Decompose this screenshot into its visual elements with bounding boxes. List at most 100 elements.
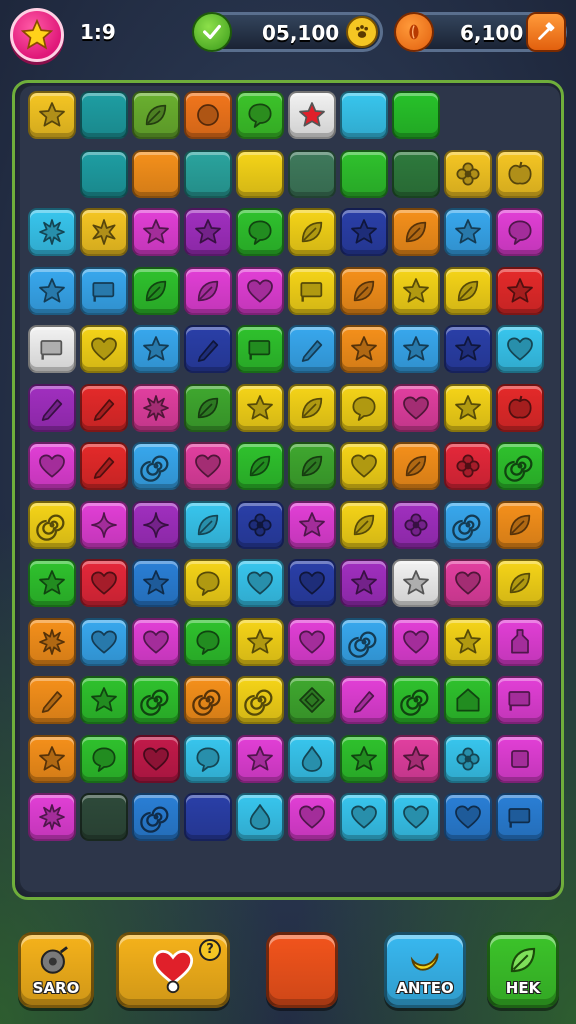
booster-sard-button[interactable]: SARO: [18, 932, 94, 1008]
tile-r5-c4[interactable]: [236, 383, 284, 432]
tile-r1-c2[interactable]: [132, 149, 180, 198]
tile-r2-c8[interactable]: [444, 208, 492, 256]
tile-r3-c7[interactable]: [392, 266, 440, 315]
tile-r10-c1[interactable]: [80, 676, 128, 724]
tile-r6-c9[interactable]: [496, 442, 544, 490]
tile-r2-c4[interactable]: [236, 208, 284, 256]
tile-r3-c5[interactable]: [288, 266, 336, 315]
tile-r11-c7[interactable]: [392, 734, 440, 783]
tile-r5-c2[interactable]: [132, 383, 180, 432]
tile-r3-c3[interactable]: [184, 266, 232, 315]
tile-r8-c6[interactable]: [340, 559, 388, 607]
tile-r8-c1[interactable]: [80, 559, 128, 607]
tile-r7-c6[interactable]: [340, 500, 388, 549]
tile-r9-c1[interactable]: [80, 617, 128, 666]
tile-r11-c8[interactable]: [444, 734, 492, 783]
tile-r12-c0[interactable]: [28, 793, 76, 841]
tile-r6-c4[interactable]: [236, 442, 284, 490]
tile-r10-c4[interactable]: [236, 676, 284, 724]
tile-r1-c1[interactable]: [80, 149, 128, 198]
tile-r5-c5[interactable]: [288, 383, 336, 432]
tile-r0-c0[interactable]: [28, 91, 76, 139]
tile-r11-c3[interactable]: [184, 734, 232, 783]
tile-r10-c5[interactable]: [288, 676, 336, 724]
tile-r5-c8[interactable]: [444, 383, 492, 432]
tile-r2-c0[interactable]: [28, 208, 76, 256]
tile-r4-c0[interactable]: [28, 325, 76, 373]
tile-r12-c6[interactable]: [340, 793, 388, 841]
tile-r1-c3[interactable]: [184, 149, 232, 198]
tile-r9-c8[interactable]: [444, 617, 492, 666]
tile-r4-c2[interactable]: [132, 325, 180, 373]
tile-r8-c7[interactable]: [392, 559, 440, 607]
tile-r7-c5[interactable]: [288, 500, 336, 549]
tile-r1-c5[interactable]: [288, 149, 336, 198]
tile-r12-c5[interactable]: [288, 793, 336, 841]
tile-r12-c4[interactable]: [236, 793, 284, 841]
tile-r8-c4[interactable]: [236, 559, 284, 607]
tile-r11-c4[interactable]: [236, 734, 284, 783]
tile-r1-c7[interactable]: [392, 149, 440, 198]
tile-r4-c6[interactable]: [340, 325, 388, 373]
tile-r11-c2[interactable]: [132, 734, 180, 783]
tile-r10-c6[interactable]: [340, 676, 388, 724]
tile-r2-c1[interactable]: [80, 208, 128, 256]
tile-r5-c3[interactable]: [184, 383, 232, 432]
tile-r3-c4[interactable]: [236, 266, 284, 315]
tile-r7-c1[interactable]: [80, 500, 128, 549]
tile-r9-c9[interactable]: [496, 617, 544, 666]
tile-r7-c7[interactable]: [392, 500, 440, 549]
tile-r5-c7[interactable]: [392, 383, 440, 432]
tile-r7-c4[interactable]: [236, 500, 284, 549]
tile-r3-c6[interactable]: [340, 266, 388, 315]
booster-hek-button[interactable]: HEK: [487, 932, 559, 1008]
tile-r5-c0[interactable]: [28, 383, 76, 432]
tile-r12-c8[interactable]: [444, 793, 492, 841]
tile-r3-c9[interactable]: [496, 266, 544, 315]
tile-r0-c2[interactable]: [132, 91, 180, 139]
tile-r4-c9[interactable]: [496, 325, 544, 373]
tile-r7-c0[interactable]: [28, 500, 76, 549]
tile-r9-c7[interactable]: [392, 617, 440, 666]
tile-r12-c9[interactable]: [496, 793, 544, 841]
tile-r9-c4[interactable]: [236, 617, 284, 666]
tile-r2-c7[interactable]: [392, 208, 440, 256]
tile-r0-c6[interactable]: [340, 91, 388, 139]
tile-r6-c2[interactable]: [132, 442, 180, 490]
tile-r1-c8[interactable]: [444, 149, 492, 198]
tile-r9-c6[interactable]: [340, 617, 388, 666]
tile-r11-c1[interactable]: [80, 734, 128, 783]
tile-r6-c0[interactable]: [28, 442, 76, 490]
tile-r9-c2[interactable]: [132, 617, 180, 666]
tile-r1-c4[interactable]: [236, 149, 284, 198]
tile-r7-c9[interactable]: [496, 500, 544, 549]
star-menu-button[interactable]: [10, 8, 64, 62]
tile-r6-c3[interactable]: [184, 442, 232, 490]
tile-r3-c2[interactable]: [132, 266, 180, 315]
tile-r1-c6[interactable]: [340, 149, 388, 198]
tile-r4-c1[interactable]: [80, 325, 128, 373]
tile-r8-c9[interactable]: [496, 559, 544, 607]
tile-r9-c0[interactable]: [28, 617, 76, 666]
tile-r0-c7[interactable]: [392, 91, 440, 139]
tile-r12-c3[interactable]: [184, 793, 232, 841]
tile-r5-c1[interactable]: [80, 383, 128, 432]
tile-r2-c3[interactable]: [184, 208, 232, 256]
tile-r7-c3[interactable]: [184, 500, 232, 549]
tile-r10-c9[interactable]: [496, 676, 544, 724]
tile-r11-c0[interactable]: [28, 734, 76, 783]
tile-r0-c5[interactable]: [288, 91, 336, 139]
tile-r0-c4[interactable]: [236, 91, 284, 139]
tile-r2-c9[interactable]: [496, 208, 544, 256]
booster-empty-button[interactable]: [266, 932, 338, 1008]
tile-r12-c7[interactable]: [392, 793, 440, 841]
tile-r4-c7[interactable]: [392, 325, 440, 373]
tile-r11-c9[interactable]: [496, 734, 544, 783]
tile-r4-c5[interactable]: [288, 325, 336, 373]
tile-r9-c3[interactable]: [184, 617, 232, 666]
tile-r10-c8[interactable]: [444, 676, 492, 724]
tile-r4-c3[interactable]: [184, 325, 232, 373]
tile-r8-c2[interactable]: [132, 559, 180, 607]
tile-r6-c8[interactable]: [444, 442, 492, 490]
tile-r4-c8[interactable]: [444, 325, 492, 373]
